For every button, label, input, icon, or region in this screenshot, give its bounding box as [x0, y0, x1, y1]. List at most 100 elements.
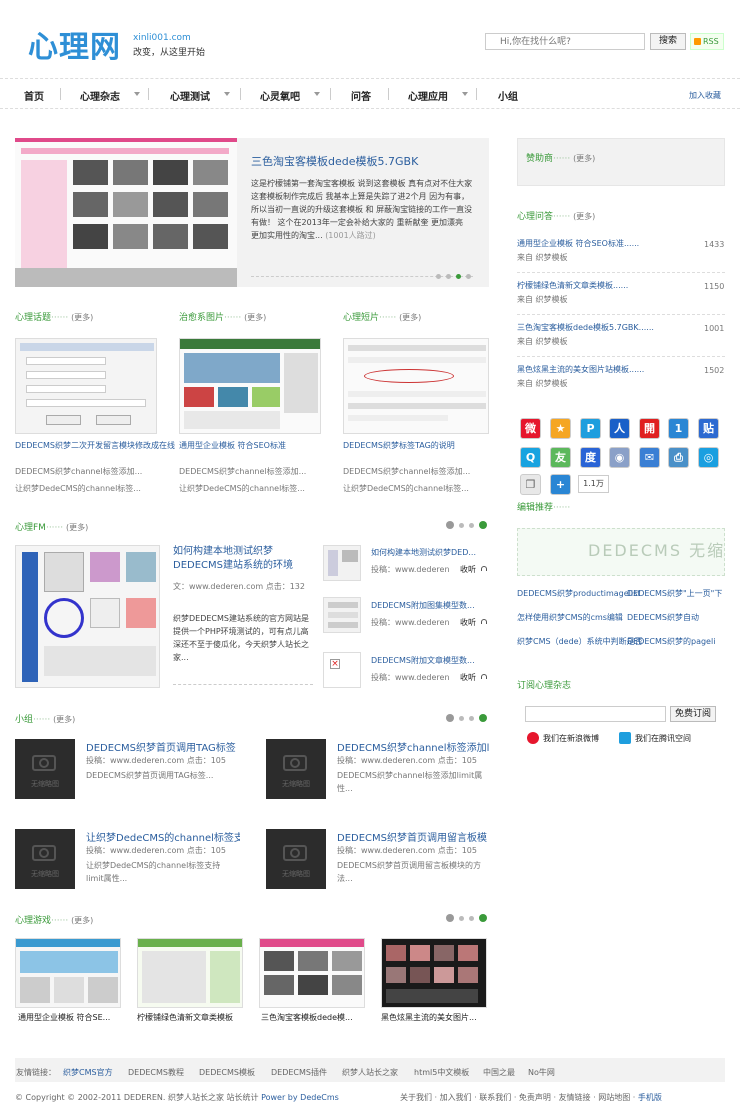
- footer-link[interactable]: DEDECMS模板: [199, 1067, 255, 1078]
- print-icon[interactable]: ⎙: [668, 447, 689, 468]
- editor-link[interactable]: DEDECMS织梦productimagelist: [517, 588, 645, 599]
- more-link[interactable]: (更多): [244, 313, 266, 322]
- game-label[interactable]: 黑色炫黑主流的美女图片...: [381, 1012, 489, 1023]
- page-dot[interactable]: [469, 716, 474, 721]
- footer-link[interactable]: 织梦CMS官方: [63, 1067, 113, 1078]
- footer-link[interactable]: 中国之最: [483, 1067, 515, 1078]
- qa-item-title[interactable]: 黑色炫黑主流的美女图片站模板......: [517, 364, 644, 375]
- fm-item-thumb[interactable]: [323, 597, 361, 633]
- group-item-title[interactable]: DEDECMS织梦channel标签添加l: [337, 739, 489, 754]
- target-icon[interactable]: ◎: [698, 447, 719, 468]
- site-logo[interactable]: 心理网: [28, 22, 121, 66]
- fm-item-thumb[interactable]: ×: [323, 652, 361, 688]
- slide-dot[interactable]: [446, 274, 451, 279]
- plus-icon[interactable]: +: [550, 474, 571, 495]
- fm-item-thumb[interactable]: [323, 545, 361, 581]
- prev-icon[interactable]: [446, 714, 454, 722]
- search-input[interactable]: [485, 33, 645, 50]
- page-dot[interactable]: [459, 716, 464, 721]
- footer-link[interactable]: 织梦人站长之家: [342, 1067, 398, 1078]
- game-label[interactable]: 通用型企业模板 符合SE...: [18, 1012, 122, 1023]
- next-icon[interactable]: [479, 521, 487, 529]
- fm-main-thumb[interactable]: [15, 545, 160, 688]
- nav-qa[interactable]: 问答: [351, 88, 371, 103]
- footer-link[interactable]: html5中文模板: [414, 1067, 469, 1078]
- group-thumb[interactable]: 无缩略图: [266, 829, 326, 889]
- more-link[interactable]: (更多): [71, 313, 93, 322]
- qq-icon[interactable]: Q: [520, 447, 541, 468]
- group-item-title[interactable]: DEDECMS织梦首页调用留言板模: [337, 829, 489, 844]
- pengyou-icon[interactable]: 友: [550, 447, 571, 468]
- shorts-link[interactable]: DEDECMS织梦标签TAG的说明: [343, 440, 455, 451]
- game-thumb[interactable]: [259, 938, 365, 1008]
- qzone-follow-link[interactable]: 我们在腾讯空间: [635, 733, 691, 744]
- next-icon[interactable]: [479, 914, 487, 922]
- healing-thumb[interactable]: [179, 338, 321, 434]
- weibo-icon[interactable]: 微: [520, 418, 541, 439]
- qzone-icon[interactable]: ★: [550, 418, 571, 439]
- more-link[interactable]: (更多): [66, 523, 88, 532]
- more-link[interactable]: (更多): [573, 212, 595, 221]
- copy-icon[interactable]: ❐: [520, 474, 541, 495]
- douban-icon[interactable]: 1: [668, 418, 689, 439]
- chevron-down-icon[interactable]: [224, 92, 230, 96]
- search-button[interactable]: 搜索: [650, 33, 686, 50]
- game-label[interactable]: 三色淘宝客模板dede模...: [261, 1012, 367, 1023]
- game-thumb[interactable]: [15, 938, 121, 1008]
- weibo-icon[interactable]: [527, 732, 539, 744]
- nav-apps[interactable]: 心理应用: [408, 88, 448, 103]
- more-link[interactable]: (更多): [573, 154, 595, 163]
- qa-item-title[interactable]: 柠檬铺绿色清新文章类模板......: [517, 280, 628, 291]
- page-dot[interactable]: [469, 916, 474, 921]
- footer-bottom-link[interactable]: 关于我们: [400, 1093, 432, 1102]
- tieba-icon[interactable]: 贴: [698, 418, 719, 439]
- weibo-follow-link[interactable]: 我们在新浪微博: [543, 733, 599, 744]
- listen-link[interactable]: 收听: [460, 564, 476, 575]
- editor-link[interactable]: DEDECMS织梦自动: [627, 612, 725, 623]
- group-thumb[interactable]: 无缩略图: [266, 739, 326, 799]
- baidu-icon[interactable]: 度: [580, 447, 601, 468]
- prev-icon[interactable]: [446, 914, 454, 922]
- qa-item-title[interactable]: 通用型企业模板 符合SEO标准......: [517, 238, 639, 249]
- fm-item-title[interactable]: DEDECMS附加文章模型数...: [371, 655, 475, 666]
- footer-bottom-link[interactable]: 联系我们: [479, 1093, 511, 1102]
- subscribe-button[interactable]: 免费订阅: [670, 706, 716, 722]
- shorts-thumb[interactable]: [343, 338, 489, 434]
- fm-main-title[interactable]: 如何构建本地测试织梦DEDECMS建站系统的环境: [173, 545, 313, 573]
- healing-link[interactable]: 通用型企业模板 符合SEO标准: [179, 440, 286, 451]
- page-dot[interactable]: [459, 916, 464, 921]
- group-thumb[interactable]: 无缩略图: [15, 739, 75, 799]
- kaixin-icon[interactable]: 開: [639, 418, 660, 439]
- editor-link[interactable]: 织梦CMS（dede）系统中判断是否: [517, 636, 645, 647]
- nav-group[interactable]: 小组: [498, 88, 518, 103]
- renren-icon[interactable]: 人: [609, 418, 630, 439]
- listen-link[interactable]: 收听: [460, 672, 476, 683]
- footer-bottom-link[interactable]: 友情链接: [559, 1093, 591, 1102]
- editor-banner[interactable]: DEDECMS 无缩略图: [517, 528, 725, 576]
- prev-icon[interactable]: [446, 521, 454, 529]
- powered-by-link[interactable]: Power by DedeCms: [261, 1093, 339, 1102]
- editor-link[interactable]: DEDECMS织梦"上一页"下: [627, 588, 725, 599]
- chevron-down-icon[interactable]: [134, 92, 140, 96]
- listen-link[interactable]: 收听: [460, 617, 476, 628]
- editor-link[interactable]: 怎样使用织梦CMS的cms编辑: [517, 612, 645, 623]
- chevron-down-icon[interactable]: [314, 92, 320, 96]
- footer-link[interactable]: No牛网: [528, 1067, 555, 1078]
- fm-item-title[interactable]: DEDECMS附加图集模型数...: [371, 600, 475, 611]
- featured-title[interactable]: 三色淘宝客模板dede模板5.7GBK: [251, 153, 418, 169]
- group-thumb[interactable]: 无缩略图: [15, 829, 75, 889]
- page-dot[interactable]: [459, 523, 464, 528]
- slide-dot-active[interactable]: [456, 274, 461, 279]
- slide-dot[interactable]: [436, 274, 441, 279]
- game-thumb[interactable]: [137, 938, 243, 1008]
- footer-bottom-link[interactable]: 免责声明: [519, 1093, 551, 1102]
- topics-link[interactable]: DEDECMS织梦二次开发留言模块修改成在线报名预约: [15, 440, 175, 451]
- rss-button[interactable]: RSS: [690, 33, 724, 50]
- chevron-down-icon[interactable]: [462, 92, 468, 96]
- footer-bottom-link[interactable]: 手机版: [638, 1093, 662, 1102]
- qzone-icon[interactable]: [619, 732, 631, 744]
- qa-item-title[interactable]: 三色淘宝客模板dede模板5.7GBK......: [517, 322, 654, 333]
- game-label[interactable]: 柠檬铺绿色清新文章类模板: [137, 1012, 245, 1023]
- more-link[interactable]: (更多): [71, 916, 93, 925]
- featured-image[interactable]: [15, 138, 237, 287]
